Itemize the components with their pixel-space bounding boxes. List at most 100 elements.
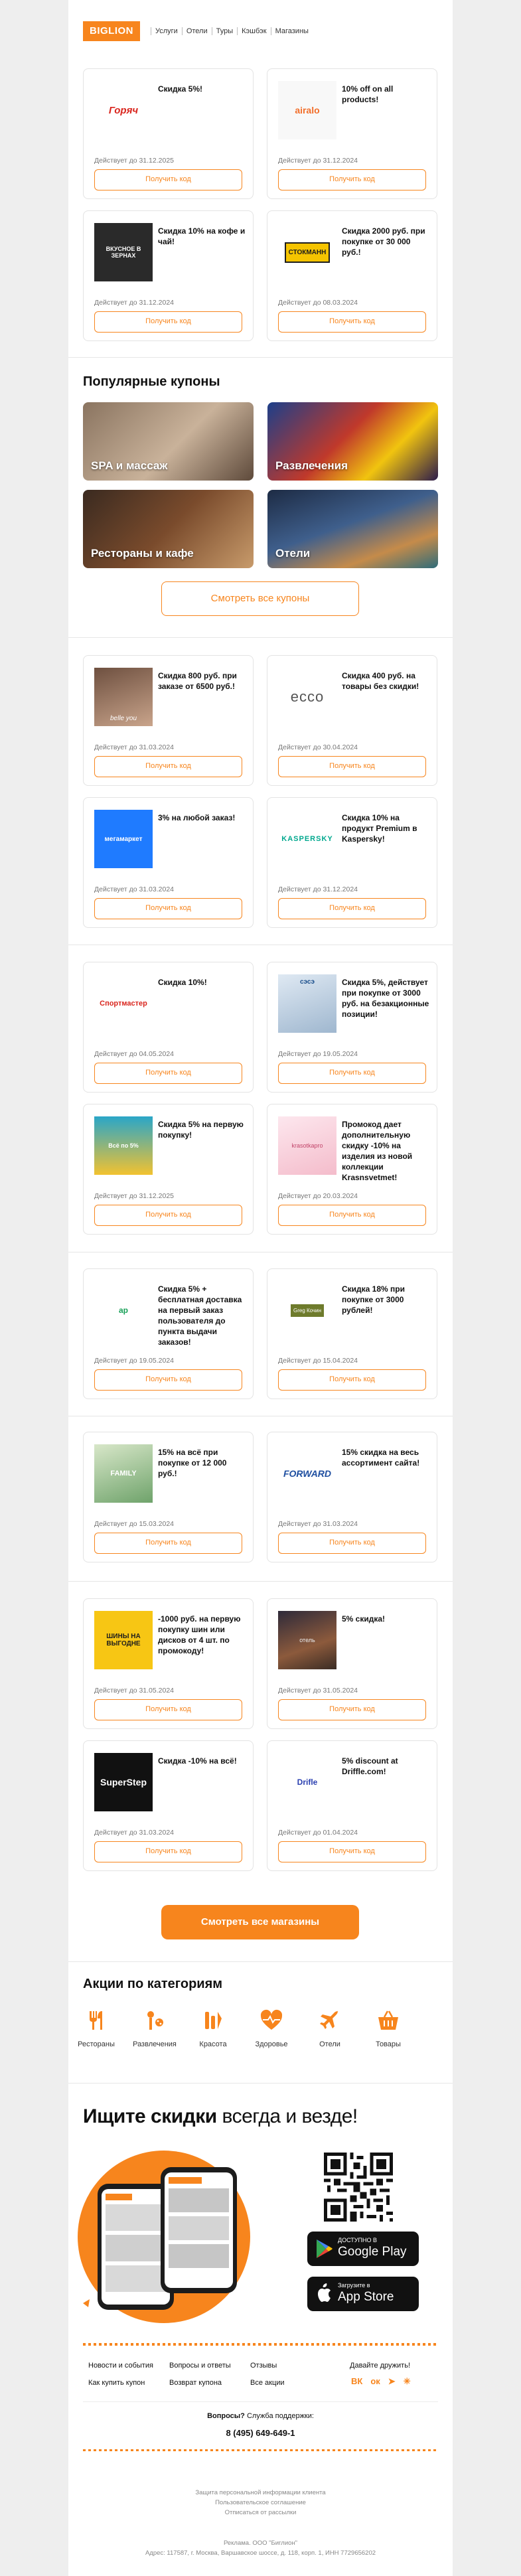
category-tile-spa[interactable]: SPA и массаж bbox=[83, 402, 254, 481]
unsubscribe-link[interactable]: Отписаться от рассылки bbox=[83, 2508, 438, 2518]
get-code-button[interactable]: Получить код bbox=[94, 1533, 242, 1554]
coupon-validity: Действует до 19.05.2024 bbox=[94, 1357, 175, 1365]
get-code-button[interactable]: Получить код bbox=[94, 1205, 242, 1226]
coupon-card: отель 5% скидка! Действует до 31.05.2024… bbox=[267, 1598, 437, 1729]
category-tile-restaurants[interactable]: Рестораны и кафе bbox=[83, 490, 254, 568]
category-hotels[interactable]: Отели bbox=[303, 2006, 356, 2048]
get-code-button[interactable]: Получить код bbox=[94, 1369, 242, 1391]
coupon-title: 10% off on all products! bbox=[342, 84, 394, 104]
coupon-validity: Действует до 31.05.2024 bbox=[94, 1687, 175, 1695]
get-code-button[interactable]: Получить код bbox=[94, 169, 242, 190]
beauty-icon bbox=[198, 2006, 228, 2035]
coupon-title: Скидка 5% + бесплатная доставка на первы… bbox=[158, 1284, 242, 1347]
support-line: Вопросы? Служба поддержки: bbox=[207, 2412, 314, 2420]
get-code-button[interactable]: Получить код bbox=[94, 1063, 242, 1084]
get-code-button[interactable]: Получить код bbox=[278, 1533, 426, 1554]
vk-icon[interactable]: ВК bbox=[351, 2376, 362, 2387]
get-code-button[interactable]: Получить код bbox=[278, 169, 426, 190]
get-code-button[interactable]: Получить код bbox=[94, 756, 242, 777]
footer-link[interactable]: Все акции bbox=[250, 2379, 285, 2387]
get-code-button[interactable]: Получить код bbox=[278, 311, 426, 333]
top-nav: Услуги Отели Туры Кэшбэк Магазины bbox=[151, 27, 313, 35]
brand-logo: belle you bbox=[94, 668, 153, 726]
coupon-title: Скидка -10% на всё! bbox=[158, 1756, 237, 1766]
app-store-badge[interactable]: Загрузите в App Store bbox=[307, 2277, 419, 2311]
coupon-title: 15% скидка на весь ассортимент сайта! bbox=[342, 1448, 420, 1468]
ok-icon[interactable]: ок bbox=[370, 2376, 380, 2387]
brand-logo: FORWARD bbox=[283, 1468, 332, 1479]
brand-logo: мегамаркет bbox=[94, 810, 153, 868]
get-code-button[interactable]: Получить код bbox=[278, 1841, 426, 1862]
terms-link[interactable]: Пользовательское соглашение bbox=[83, 2498, 438, 2508]
category-tile-hotels[interactable]: Отели bbox=[267, 490, 438, 568]
brand-logo: airalo bbox=[278, 81, 336, 139]
dzen-icon[interactable]: ✳ bbox=[404, 2376, 411, 2387]
coupon-title: Скидка 2000 руб. при покупке от 30 000 р… bbox=[342, 226, 425, 257]
telegram-icon[interactable]: ➤ bbox=[388, 2376, 396, 2387]
footer-link[interactable]: Отзывы bbox=[250, 2362, 277, 2370]
get-code-button[interactable]: Получить код bbox=[94, 311, 242, 333]
biglion-logo[interactable]: BIGLION bbox=[83, 21, 140, 41]
coupon-card: FORWARD 15% скидка на весь ассортимент с… bbox=[267, 1432, 437, 1562]
get-code-button[interactable]: Получить код bbox=[278, 1699, 426, 1720]
plane-icon bbox=[315, 2006, 344, 2035]
get-code-button[interactable]: Получить код bbox=[278, 1205, 426, 1226]
coupon-card: Спортмастер Скидка 10%! Действует до 04.… bbox=[83, 962, 254, 1093]
nav-item[interactable]: Отели bbox=[181, 27, 212, 35]
coupon-card: krasotkapro Промокод дает дополнительную… bbox=[267, 1104, 437, 1235]
get-code-button[interactable]: Получить код bbox=[94, 898, 242, 919]
coupon-card: Горяч Скидка 5%! Действует до 31.12.2025… bbox=[83, 68, 254, 199]
category-entertainment[interactable]: Развлечения bbox=[128, 2006, 181, 2048]
coupon-title: Скидка 800 руб. при заказе от 6500 руб.! bbox=[158, 671, 237, 691]
coupon-card: мегамаркет 3% на любой заказ! Действует … bbox=[83, 797, 254, 928]
all-coupons-button[interactable]: Смотреть все купоны bbox=[161, 581, 359, 616]
footer-link[interactable]: Вопросы и ответы bbox=[169, 2362, 231, 2370]
restaurant-icon bbox=[82, 2006, 111, 2035]
coupon-validity: Действует до 19.05.2024 bbox=[278, 1050, 358, 1058]
category-beauty[interactable]: Красота bbox=[186, 2006, 240, 2048]
coupon-card: FAMILY 15% на всё при покупке от 12 000 … bbox=[83, 1432, 254, 1562]
brand-logo: отель bbox=[278, 1611, 336, 1669]
get-code-button[interactable]: Получить код bbox=[94, 1841, 242, 1862]
coupon-validity: Действует до 31.03.2024 bbox=[94, 885, 175, 893]
category-tile-entertainment[interactable]: Развлечения bbox=[267, 402, 438, 481]
brand-logo: Greg Кочин bbox=[278, 1281, 336, 1339]
privacy-link[interactable]: Защита персональной информации клиента bbox=[83, 2488, 438, 2498]
nav-item[interactable]: Туры bbox=[211, 27, 238, 35]
coupon-title: Скидка 400 руб. на товары без скидки! bbox=[342, 671, 419, 691]
brand-logo: Горяч bbox=[108, 104, 139, 116]
support-phone[interactable]: 8 (495) 649-649-1 bbox=[83, 2428, 438, 2438]
legal-links: Защита персональной информации клиента П… bbox=[83, 2488, 438, 2518]
nav-item[interactable]: Магазины bbox=[270, 27, 313, 35]
coupon-card: airalo 10% off on all products! Действуе… bbox=[267, 68, 437, 199]
app-heading: Ищите скидки всегда и везде! bbox=[83, 2105, 358, 2127]
all-stores-button[interactable]: Смотреть все магазины bbox=[161, 1905, 359, 1939]
basket-icon bbox=[374, 2006, 403, 2035]
get-code-button[interactable]: Получить код bbox=[278, 1369, 426, 1391]
get-code-button[interactable]: Получить код bbox=[278, 898, 426, 919]
category-restaurants[interactable]: Рестораны bbox=[70, 2006, 123, 2048]
coupon-card: СТОКМАНН Скидка 2000 руб. при покупке от… bbox=[267, 210, 437, 341]
google-play-badge[interactable]: ДОСТУПНО В Google Play bbox=[307, 2232, 419, 2266]
footer-link[interactable]: Новости и события bbox=[88, 2362, 153, 2370]
coupon-title: Скидка 5%, действует при покупке от 3000… bbox=[342, 978, 429, 1019]
get-code-button[interactable]: Получить код bbox=[278, 756, 426, 777]
coupon-card: ВКУСНОЕ В ЗЕРНАХ Скидка 10% на кофе и ча… bbox=[83, 210, 254, 341]
get-code-button[interactable]: Получить код bbox=[94, 1699, 242, 1720]
nav-item[interactable]: Услуги bbox=[151, 27, 182, 35]
coupon-card: SuperStep Скидка -10% на всё! Действует … bbox=[83, 1740, 254, 1871]
divider bbox=[68, 637, 453, 638]
category-goods[interactable]: Товары bbox=[362, 2006, 415, 2048]
nav-item[interactable]: Кэшбэк bbox=[237, 27, 270, 35]
coupon-card: Greg Кочин Скидка 18% при покупке от 300… bbox=[267, 1268, 437, 1399]
coupon-title: Скидка 5% на первую покупку! bbox=[158, 1120, 244, 1140]
qr-code[interactable] bbox=[324, 2153, 393, 2222]
health-icon bbox=[257, 2006, 286, 2035]
footer-link[interactable]: Возврат купона bbox=[169, 2379, 222, 2387]
coupon-title: 5% скидка! bbox=[342, 1614, 386, 1624]
coupon-group-1: Горяч Скидка 5%! Действует до 31.12.2025… bbox=[83, 68, 438, 341]
coupon-validity: Действует до 15.03.2024 bbox=[94, 1520, 175, 1528]
get-code-button[interactable]: Получить код bbox=[278, 1063, 426, 1084]
footer-link[interactable]: Как купить купон bbox=[88, 2379, 145, 2387]
category-health[interactable]: Здоровье bbox=[245, 2006, 298, 2048]
